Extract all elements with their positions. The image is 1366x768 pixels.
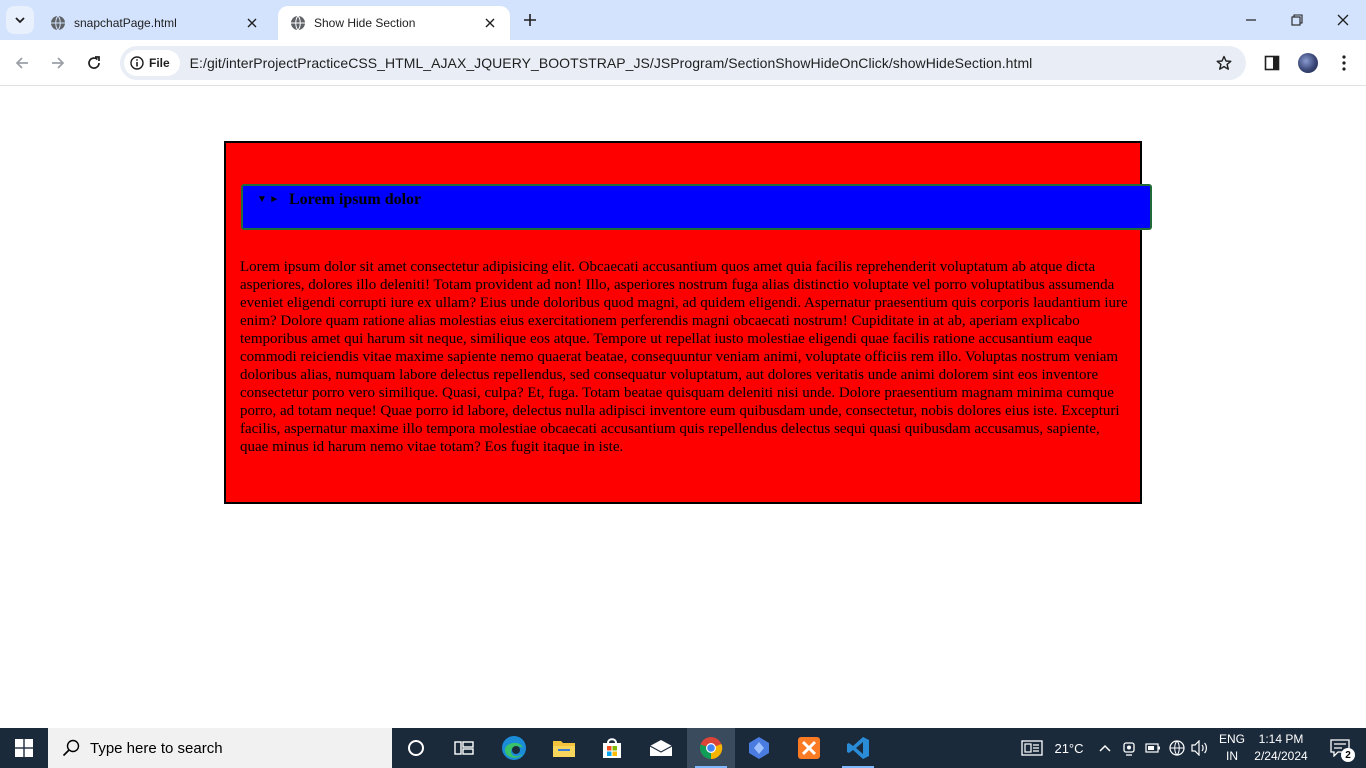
reload-button[interactable]: [79, 48, 109, 78]
weather-icon[interactable]: [1018, 728, 1046, 768]
site-chip-label: File: [149, 56, 170, 70]
restore-icon: [1291, 14, 1303, 26]
region-code: IN: [1226, 749, 1238, 763]
weather-temperature[interactable]: 21°C: [1049, 728, 1089, 768]
minimize-icon: [1246, 19, 1256, 21]
lorem-paragraph: Lorem ipsum dolor sit amet consectetur a…: [240, 259, 1128, 455]
avatar: [1298, 53, 1318, 73]
notification-center-button[interactable]: 2: [1320, 728, 1360, 768]
tab-strip: snapchatPage.html Show Hide Section: [0, 0, 1366, 40]
network-globe-icon[interactable]: [1166, 728, 1188, 768]
browser-toolbar: File E:/git/interProjectPracticeCSS_HTML…: [0, 40, 1366, 86]
tab-search-button[interactable]: [6, 6, 34, 34]
close-window-button[interactable]: [1320, 0, 1366, 40]
arrow-left-icon: [15, 57, 28, 69]
edge-icon[interactable]: [490, 728, 538, 768]
start-button[interactable]: [0, 728, 48, 768]
globe-icon: [51, 15, 65, 31]
info-icon: [130, 56, 144, 70]
profile-button[interactable]: [1293, 48, 1323, 78]
microsoft-store-icon[interactable]: [588, 728, 636, 768]
tab-title: Show Hide Section: [314, 16, 416, 30]
chrome-icon[interactable]: [687, 728, 735, 768]
chevron-down-icon: [15, 17, 25, 24]
red-section-container: ▼ ► Lorem ipsum dolor Lorem ipsum dolor …: [224, 141, 1152, 504]
cortana-icon[interactable]: [392, 728, 440, 768]
close-icon: [1337, 14, 1349, 26]
taskbar-search-box[interactable]: Type here to search: [48, 728, 392, 768]
clock-date: 2/24/2024: [1254, 749, 1308, 763]
arrow-right-icon: [52, 57, 65, 69]
minimize-button[interactable]: [1228, 0, 1274, 40]
summary-label: Lorem ipsum dolor: [289, 191, 422, 208]
tab-show-hide-section[interactable]: Show Hide Section: [278, 6, 510, 40]
meet-now-icon[interactable]: [1119, 728, 1139, 768]
plus-icon: [524, 14, 536, 26]
globe-icon: [291, 15, 305, 31]
battery-icon[interactable]: [1143, 728, 1163, 768]
search-icon: [62, 739, 80, 757]
windows-icon: [15, 739, 33, 757]
search-placeholder: Type here to search: [90, 739, 223, 757]
forward-button[interactable]: [43, 48, 73, 78]
windows-taskbar: Type here to search 21°C ENG IN 1:14 PM …: [0, 728, 1366, 768]
close-icon[interactable]: [482, 15, 498, 31]
more-vert-icon: [1342, 55, 1346, 71]
site-info-chip[interactable]: File: [124, 50, 180, 76]
close-icon[interactable]: [244, 15, 260, 31]
details-summary[interactable]: ▼ ► Lorem ipsum dolor: [241, 184, 1152, 230]
input-language[interactable]: ENG IN: [1215, 731, 1249, 765]
task-view-icon[interactable]: [440, 728, 488, 768]
bookmark-button[interactable]: [1212, 51, 1236, 75]
back-button[interactable]: [7, 48, 37, 78]
tab-title: snapchatPage.html: [74, 16, 177, 30]
url-text[interactable]: E:/git/interProjectPracticeCSS_HTML_AJAX…: [190, 55, 1033, 71]
show-hidden-icons-chevron-up-icon[interactable]: [1096, 728, 1114, 768]
menu-button[interactable]: [1329, 48, 1359, 78]
vscode-icon[interactable]: [834, 728, 882, 768]
star-icon: [1216, 55, 1232, 70]
language-code: ENG: [1218, 732, 1245, 746]
disclosure-triangle-icons: ▼ ►: [257, 194, 280, 205]
side-panel-button[interactable]: [1257, 48, 1287, 78]
volume-icon[interactable]: [1189, 728, 1211, 768]
clock[interactable]: 1:14 PM 2/24/2024: [1252, 731, 1310, 765]
file-explorer-icon[interactable]: [540, 728, 588, 768]
new-tab-button[interactable]: [518, 8, 542, 32]
restore-button[interactable]: [1274, 0, 1320, 40]
power-automate-icon[interactable]: [735, 728, 783, 768]
notification-count-badge: 2: [1341, 748, 1355, 762]
tab-snapchat-page[interactable]: snapchatPage.html: [38, 6, 272, 40]
side-panel-icon: [1264, 55, 1280, 71]
mail-icon[interactable]: [637, 728, 685, 768]
address-bar[interactable]: File E:/git/interProjectPracticeCSS_HTML…: [120, 46, 1246, 80]
xampp-icon[interactable]: [785, 728, 833, 768]
clock-time: 1:14 PM: [1258, 732, 1304, 746]
reload-icon: [88, 56, 100, 69]
